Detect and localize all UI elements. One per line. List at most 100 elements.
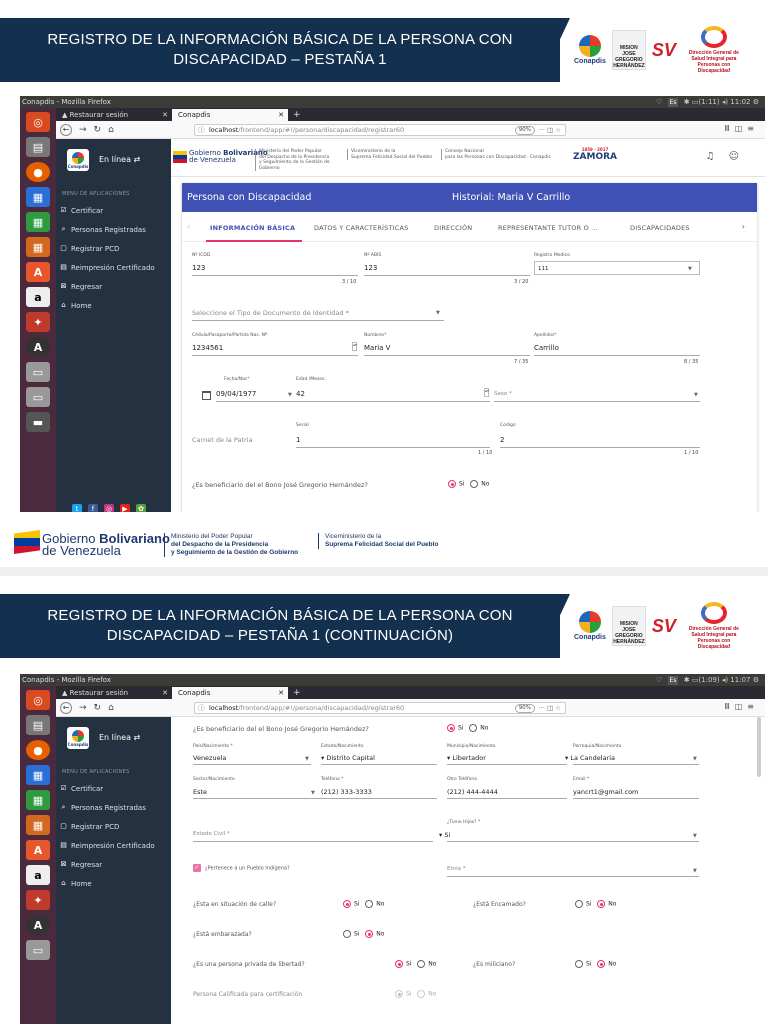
tab-conapdis[interactable]: Conapdis ✕ xyxy=(172,687,288,699)
firefox-icon[interactable]: ● xyxy=(26,740,50,760)
app-icon[interactable]: ✿ xyxy=(136,504,146,512)
estado-civil-select[interactable]: Estado Civil * xyxy=(193,831,230,837)
drive-icon[interactable]: ▭ xyxy=(26,940,50,960)
encamado-radio-group[interactable]: Si No xyxy=(575,900,616,908)
files-icon[interactable]: ▤ xyxy=(26,137,50,157)
bono-radio-group[interactable]: Si No xyxy=(448,480,489,488)
back-icon[interactable]: ← xyxy=(60,124,72,136)
codigo-input[interactable]: 2 xyxy=(500,436,504,444)
new-tab-icon[interactable]: + xyxy=(288,109,306,121)
tab-conapdis[interactable]: Conapdis ✕ xyxy=(172,109,288,121)
edad-input[interactable]: 42 xyxy=(296,390,305,398)
sidebar-item-reimpresion[interactable]: ▤ Reimpresión Certificado xyxy=(56,836,171,855)
instagram-icon[interactable]: ◎ xyxy=(104,504,114,512)
sidebar-item-regresar[interactable]: ⊠ Regresar xyxy=(56,855,171,874)
files-icon[interactable]: ▤ xyxy=(26,715,50,735)
library-icon[interactable]: Ⅲ◫≡ xyxy=(724,702,759,711)
nombres-input[interactable]: Maria V xyxy=(364,344,390,352)
url-bar[interactable]: ⓘ localhost/frontend/app/#!/persona/disca… xyxy=(194,702,566,714)
tab-representante[interactable]: REPRESENTANTE TUTOR O ... xyxy=(498,224,598,232)
embarazada-radio-group[interactable]: Si No xyxy=(343,930,384,938)
calendar-icon[interactable] xyxy=(202,391,211,400)
calc-icon[interactable]: ▦ xyxy=(26,790,50,810)
telefono-input[interactable]: (212) 333-3333 xyxy=(321,788,372,796)
etnia-select[interactable]: Etnia * xyxy=(447,866,466,872)
avatar[interactable]: ☺ xyxy=(729,151,753,162)
sidebar-item-home[interactable]: ⌂ Home xyxy=(56,874,171,893)
apellidos-input[interactable]: Carrillo xyxy=(534,344,559,352)
cedula-stepper[interactable]: ▴▾ xyxy=(352,342,357,351)
home-icon[interactable]: ⌂ xyxy=(108,702,114,714)
writer-icon[interactable]: ▦ xyxy=(26,187,50,207)
tipo-doc-select[interactable]: Seleccione el Tipo de Documento de Ident… xyxy=(192,309,349,317)
sidebar-item-regresar[interactable]: ⊠ Regresar xyxy=(56,277,171,296)
indigena-checkbox[interactable]: ✓ ¿Pertenece a un Pueblo Indígena? xyxy=(193,864,290,872)
library-icon[interactable]: Ⅲ◫≡ xyxy=(724,124,759,133)
sidebar-item-registrar[interactable]: ▢ Registrar PCD xyxy=(56,817,171,836)
tab-datos[interactable]: DATOS Y CARACTERÍSTICAS xyxy=(314,224,409,232)
ubuntu-icon[interactable]: ◎ xyxy=(26,690,50,710)
drive-icon[interactable]: ▭ xyxy=(26,362,50,382)
trash-icon[interactable]: ▬ xyxy=(26,412,50,432)
youtube-icon[interactable]: ▶ xyxy=(120,504,130,512)
sidebar-item-home[interactable]: ⌂ Home xyxy=(56,296,171,315)
tab-discapacidades[interactable]: DISCAPACIDADES xyxy=(630,224,690,232)
settings-icon[interactable]: ✦ xyxy=(26,312,50,332)
impress-icon[interactable]: ▦ xyxy=(26,815,50,835)
scrollbar[interactable] xyxy=(757,717,761,777)
hijos-select[interactable]: ▾ Si xyxy=(439,831,450,839)
updater-icon[interactable]: A xyxy=(26,915,50,935)
chevron-right-icon[interactable]: › xyxy=(742,222,745,231)
ncdd-input[interactable]: 123 xyxy=(192,264,205,272)
bono-radio-group[interactable]: Si No xyxy=(447,724,488,732)
sexo-select[interactable]: Sexo * xyxy=(494,391,512,397)
url-bar[interactable]: ⓘ localhost/frontend/app/#!/persona/disca… xyxy=(194,124,566,136)
estado-select[interactable]: ▾ Distrito Capital xyxy=(321,754,375,762)
serial-input[interactable]: 1 xyxy=(296,436,300,444)
firefox-icon[interactable]: ● xyxy=(26,162,50,182)
home-icon[interactable]: ⌂ xyxy=(108,124,114,136)
online-status[interactable]: En línea ⇄ xyxy=(99,155,140,164)
tab-restore[interactable]: ▲ Restaurar sesión ✕ xyxy=(56,109,172,121)
municipio-select[interactable]: ▾ Libertador xyxy=(447,754,486,762)
settings-icon[interactable]: ✦ xyxy=(26,890,50,910)
sidebar-item-personas[interactable]: ⌕ Personas Registradas xyxy=(56,798,171,817)
tab-direccion[interactable]: DIRECCIÓN xyxy=(434,224,472,232)
abis-input[interactable]: 123 xyxy=(364,264,377,272)
calc-icon[interactable]: ▦ xyxy=(26,212,50,232)
amazon-icon[interactable]: a xyxy=(26,287,50,307)
otro-telefono-input[interactable]: (212) 444-4444 xyxy=(447,788,498,796)
facebook-icon[interactable]: f xyxy=(88,504,98,512)
amazon-icon[interactable]: a xyxy=(26,865,50,885)
cedula-input[interactable]: 1234561 xyxy=(192,344,223,352)
impress-icon[interactable]: ▦ xyxy=(26,237,50,257)
ubuntu-icon[interactable]: ◎ xyxy=(26,112,50,132)
sidebar-item-personas[interactable]: ⌕ Personas Registradas xyxy=(56,220,171,239)
sector-input[interactable]: Este xyxy=(193,788,207,796)
new-tab-icon[interactable]: + xyxy=(288,687,306,699)
sidebar-item-reimpresion[interactable]: ▤ Reimpresión Certificado xyxy=(56,258,171,277)
forward-icon[interactable]: → xyxy=(79,124,87,136)
drive2-icon[interactable]: ▭ xyxy=(26,387,50,407)
edad-stepper[interactable]: ▴▾ xyxy=(484,388,489,397)
pais-select[interactable]: Venezuela xyxy=(193,754,226,762)
updater-icon[interactable]: A xyxy=(26,337,50,357)
parroquia-select[interactable]: ▾ La Candelaria xyxy=(565,754,615,762)
email-field[interactable]: yancrt1@gmail.com xyxy=(573,788,638,796)
bell-icon[interactable]: ♫ xyxy=(706,151,729,162)
reload-icon[interactable]: ↻ xyxy=(94,124,102,136)
reload-icon[interactable]: ↻ xyxy=(94,702,102,714)
back-icon[interactable]: ← xyxy=(60,702,72,714)
writer-icon[interactable]: ▦ xyxy=(26,765,50,785)
miliciano-radio-group[interactable]: Si No xyxy=(575,960,616,968)
software-center-icon[interactable]: A xyxy=(26,262,50,282)
sidebar-item-registrar[interactable]: ▢ Registrar PCD xyxy=(56,239,171,258)
tab-restore[interactable]: ▲ Restaurar sesión ✕ xyxy=(56,687,172,699)
forward-icon[interactable]: → xyxy=(79,702,87,714)
software-center-icon[interactable]: A xyxy=(26,840,50,860)
sidebar-item-certificar[interactable]: ☑ Certificar xyxy=(56,779,171,798)
sidebar-item-certificar[interactable]: ☑ Certificar xyxy=(56,201,171,220)
chevron-left-icon[interactable]: ‹ xyxy=(187,222,190,231)
privada-radio-group[interactable]: Si No xyxy=(395,960,436,968)
fecha-input[interactable]: 09/04/1977 xyxy=(216,390,256,398)
